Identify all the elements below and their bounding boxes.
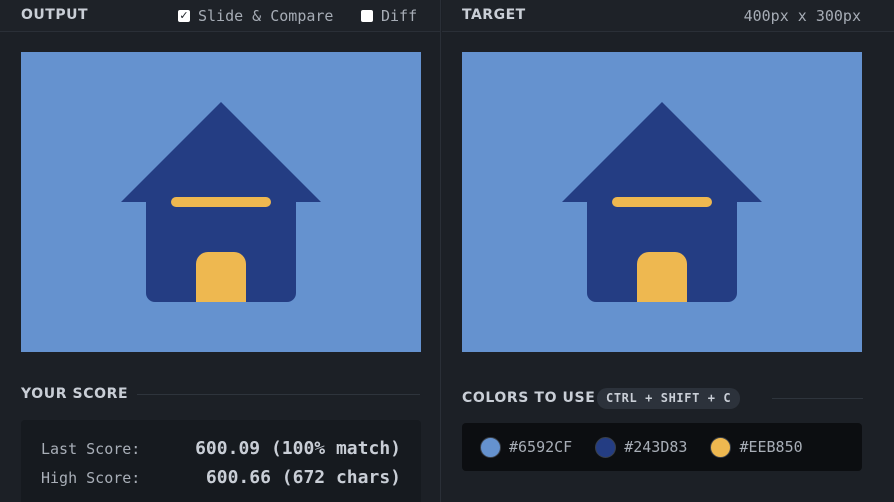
swatch-label: #243D83 bbox=[624, 438, 687, 456]
color-swatches: #6592CF #243D83 #EEB850 bbox=[462, 423, 862, 471]
house-door bbox=[196, 252, 246, 302]
output-house-image bbox=[21, 52, 421, 352]
css-battle-app: OUTPUT ✓ Slide & Compare Diff YOUR SCORE bbox=[0, 0, 894, 502]
house-bar bbox=[171, 197, 271, 207]
output-header: OUTPUT ✓ Slide & Compare Diff bbox=[0, 0, 440, 32]
score-divider bbox=[137, 394, 420, 395]
swatch-label: #EEB850 bbox=[739, 438, 802, 456]
target-panel: TARGET 400px x 300px COLORS TO USE CTRL … bbox=[442, 0, 894, 502]
color-dot bbox=[480, 437, 501, 458]
high-score-label: High Score: bbox=[41, 469, 140, 487]
copy-colors-shortcut: CTRL + SHIFT + C bbox=[597, 388, 740, 409]
colors-divider bbox=[772, 398, 863, 399]
house-bar bbox=[612, 197, 712, 207]
color-dot bbox=[595, 437, 616, 458]
last-score-value: 600.09 (100% match) bbox=[195, 438, 401, 459]
high-score-row: High Score: 600.66 (672 chars) bbox=[41, 467, 401, 488]
score-title: YOUR SCORE bbox=[21, 386, 128, 402]
score-box: Last Score: 600.09 (100% match) High Sco… bbox=[21, 420, 421, 502]
swatch-dark-blue[interactable]: #243D83 bbox=[595, 437, 687, 458]
target-house-image bbox=[462, 52, 862, 352]
output-title: OUTPUT bbox=[21, 7, 88, 23]
color-dot bbox=[710, 437, 731, 458]
empty-checkbox-icon[interactable] bbox=[361, 10, 373, 22]
output-panel: OUTPUT ✓ Slide & Compare Diff YOUR SCORE bbox=[0, 0, 441, 502]
target-canvas[interactable] bbox=[462, 52, 862, 352]
diff-toggle[interactable]: Diff bbox=[361, 7, 417, 25]
last-score-label: Last Score: bbox=[41, 440, 140, 458]
target-header: TARGET 400px x 300px bbox=[442, 0, 894, 32]
slide-compare-toggle[interactable]: ✓ Slide & Compare bbox=[178, 7, 333, 25]
last-score-row: Last Score: 600.09 (100% match) bbox=[41, 438, 401, 459]
swatch-label: #6592CF bbox=[509, 438, 572, 456]
output-canvas[interactable] bbox=[21, 52, 421, 352]
check-icon[interactable]: ✓ bbox=[178, 10, 190, 22]
slide-compare-label: Slide & Compare bbox=[198, 7, 333, 25]
target-dimensions: 400px x 300px bbox=[744, 7, 861, 25]
diff-label: Diff bbox=[381, 7, 417, 25]
colors-title: COLORS TO USE bbox=[462, 390, 595, 406]
house-door bbox=[637, 252, 687, 302]
high-score-value: 600.66 (672 chars) bbox=[206, 467, 401, 488]
swatch-light-blue[interactable]: #6592CF bbox=[480, 437, 572, 458]
swatch-yellow[interactable]: #EEB850 bbox=[710, 437, 802, 458]
target-title: TARGET bbox=[462, 7, 526, 23]
